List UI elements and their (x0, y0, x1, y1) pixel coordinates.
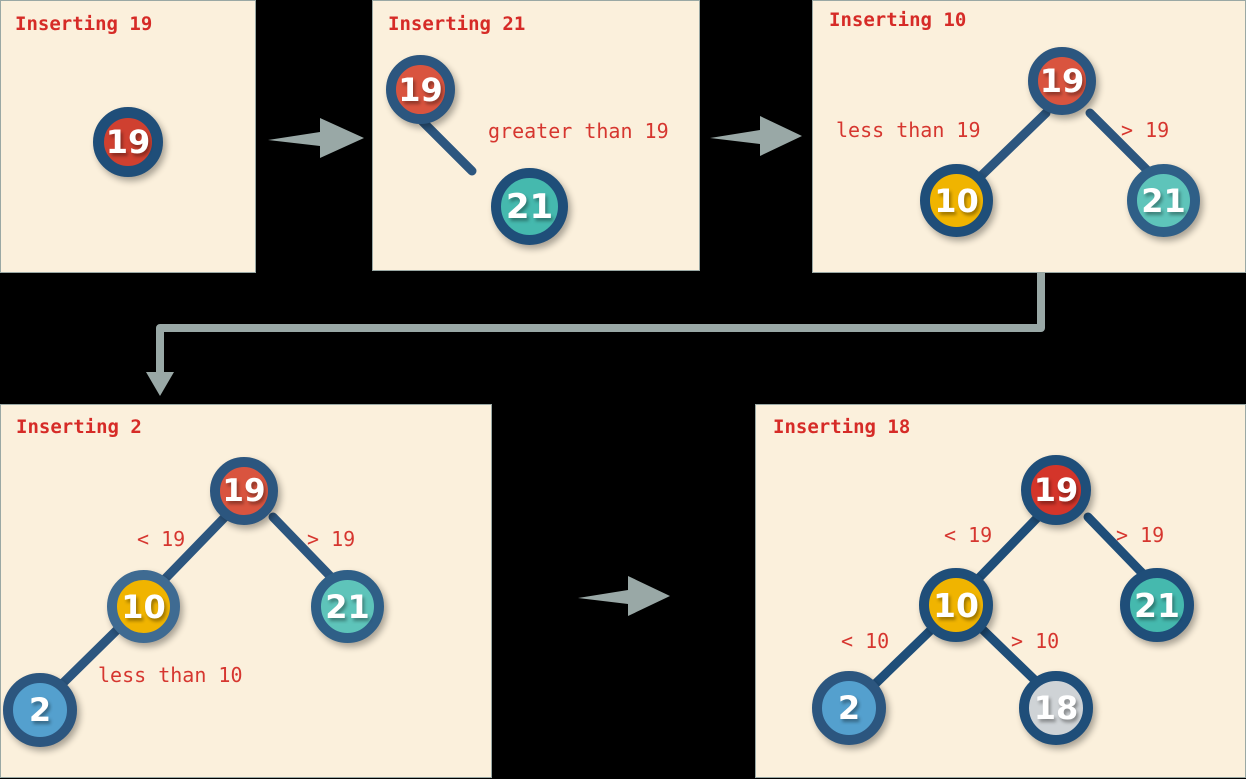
tree-node-label: 10 (121, 587, 166, 626)
tree-diagram: 19 10 21 less than 19 > 19 (813, 1, 1245, 272)
tree-node-21: 21 (1127, 164, 1200, 237)
tree-diagram: 19 21 greater than 19 (373, 1, 699, 270)
edge-label-greater-than-19: > 19 (1116, 523, 1165, 547)
tree-node-19: 19 (93, 107, 163, 177)
edge-label-less-than-19: < 19 (137, 527, 186, 551)
edge-label-greater-than-10: > 10 (1011, 629, 1060, 653)
tree-diagram: 19 (1, 1, 255, 272)
tree-node-19: 19 (1021, 455, 1091, 525)
tree-node-21: 21 (1120, 568, 1194, 642)
arrow-right-icon-1 (268, 118, 364, 158)
panel-inserting-2: Inserting 2 19 10 21 2 < 19 > 19 less th… (0, 404, 492, 778)
tree-node-label: 2 (28, 691, 52, 729)
tree-node-label: 19 (1039, 62, 1085, 100)
tree-node-19: 19 (386, 55, 455, 124)
tree-node-19: 19 (210, 457, 278, 525)
tree-node-10: 10 (920, 164, 993, 237)
tree-node-label: 10 (934, 181, 979, 220)
tree-node-label: 21 (505, 186, 554, 227)
edge-label-greater-than-19: > 19 (1121, 118, 1170, 142)
panel-inserting-18: Inserting 18 19 10 21 2 18 < 19 > 19 < 1… (755, 404, 1246, 778)
edge-label-less-than-10: less than 10 (98, 663, 243, 687)
arrow-right-icon-2 (710, 116, 802, 156)
edge-label-greater-than-19: greater than 19 (488, 119, 669, 143)
tree-node-label: 19 (222, 473, 266, 509)
tree-node-18: 18 (1019, 671, 1093, 745)
tree-node-label: 21 (1141, 181, 1186, 220)
tree-node-21: 21 (311, 570, 384, 643)
tree-node-10: 10 (919, 568, 993, 642)
tree-node-label: 19 (105, 123, 151, 161)
tree-diagram: 19 10 21 2 < 19 > 19 less than 10 (1, 405, 491, 777)
panel-inserting-10: Inserting 10 19 10 21 less than 19 > 19 (812, 0, 1246, 273)
tree-node-2: 2 (812, 671, 886, 745)
tree-node-label: 19 (398, 70, 443, 109)
edge-label-greater-than-19: > 19 (307, 527, 356, 551)
tree-node-label: 21 (1134, 585, 1180, 625)
edge-label-less-than-19: < 19 (944, 523, 993, 547)
panel-inserting-19: Inserting 19 19 (0, 0, 256, 273)
tree-node-21: 21 (491, 168, 568, 245)
tree-diagram: 19 10 21 2 18 < 19 > 19 < 10 > 10 (756, 405, 1245, 777)
tree-node-19: 19 (1028, 47, 1096, 115)
arrow-right-icon-3 (578, 576, 670, 616)
tree-node-label: 19 (1033, 471, 1079, 509)
tree-node-label: 21 (325, 587, 370, 626)
tree-node-10: 10 (107, 570, 180, 643)
tree-node-2: 2 (3, 673, 77, 747)
tree-node-label: 2 (837, 689, 861, 727)
edge-label-less-than-19: less than 19 (836, 118, 981, 142)
edge-label-less-than-10: < 10 (841, 629, 890, 653)
tree-node-label: 18 (1033, 689, 1079, 727)
tree-node-label: 10 (933, 585, 979, 625)
panel-inserting-21: Inserting 21 19 21 greater than 19 (372, 0, 700, 271)
